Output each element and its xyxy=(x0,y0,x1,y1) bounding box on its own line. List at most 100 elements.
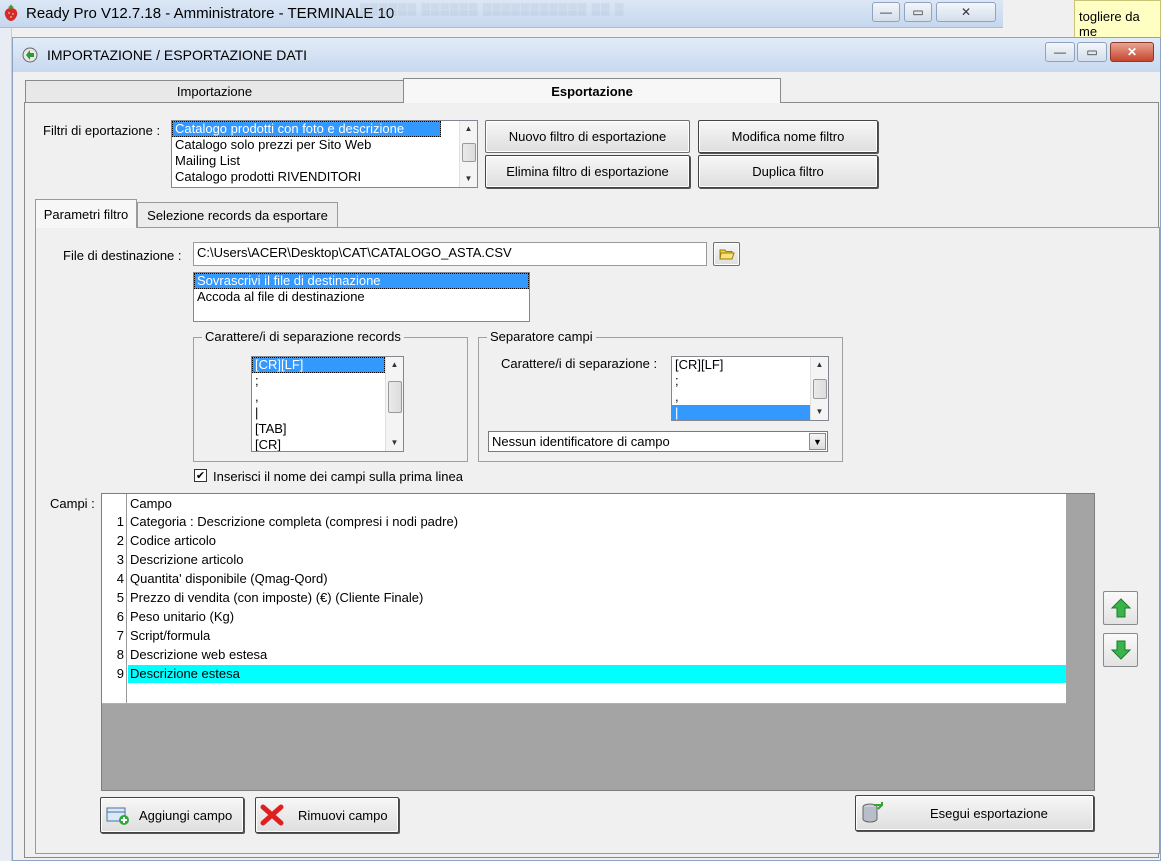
row-field: Quantita' disponibile (Qmag-Qord) xyxy=(130,571,328,586)
arrow-down-icon xyxy=(1110,640,1131,660)
row-number: 6 xyxy=(102,608,127,627)
rename-filter-button[interactable]: Modifica nome filtro xyxy=(698,120,878,153)
table-row[interactable]: 7 Script/formula xyxy=(102,627,1066,647)
list-item[interactable]: Catalogo prodotti con foto e descrizione xyxy=(172,121,441,137)
table-row-empty[interactable] xyxy=(102,684,1066,704)
table-row[interactable]: 2 Codice articolo xyxy=(102,532,1066,552)
row-field: Descrizione estesa xyxy=(128,665,1066,683)
row-number: 4 xyxy=(102,570,127,589)
scroll-up-arrow-icon[interactable]: ▲ xyxy=(811,357,828,373)
list-item[interactable]: [CR][LF] xyxy=(252,357,385,373)
grid-header: Campo xyxy=(102,494,1066,514)
move-up-button[interactable] xyxy=(1103,591,1138,625)
duplicate-filter-button[interactable]: Duplica filtro xyxy=(698,155,878,188)
move-down-button[interactable] xyxy=(1103,633,1138,667)
scroll-down-arrow-icon[interactable]: ▼ xyxy=(811,404,828,420)
list-item[interactable]: Catalogo solo prezzi per Sito Web xyxy=(172,137,477,153)
list-item[interactable]: [CR] xyxy=(252,437,403,451)
field-identifier-select[interactable]: Nessun identificatore di campo ▼ xyxy=(488,431,828,452)
scroll-down-arrow-icon[interactable]: ▼ xyxy=(460,171,477,187)
scroll-thumb[interactable] xyxy=(462,143,476,162)
table-row[interactable]: 6 Peso unitario (Kg) xyxy=(102,608,1066,628)
record-separator-scrollbar[interactable]: ▲ ▼ xyxy=(385,357,403,451)
add-field-icon xyxy=(106,807,129,825)
filters-listbox[interactable]: Catalogo prodotti con foto e descrizione… xyxy=(171,120,478,188)
new-filter-button[interactable]: Nuovo filtro di esportazione xyxy=(485,120,690,153)
tab-parametri-filtro[interactable]: Parametri filtro xyxy=(35,199,137,228)
import-export-dialog: IMPORTAZIONE / ESPORTAZIONE DATI — ▭ ✕ I… xyxy=(12,37,1161,861)
scroll-up-arrow-icon[interactable]: ▲ xyxy=(386,357,403,373)
list-item[interactable]: | xyxy=(252,405,403,421)
list-item[interactable]: , xyxy=(252,389,403,405)
table-row[interactable]: 8 Descrizione web estesa xyxy=(102,646,1066,666)
row-field: Prezzo di vendita (con imposte) (€) (Cli… xyxy=(130,590,424,605)
table-row[interactable]: 4 Quantita' disponibile (Qmag-Qord) xyxy=(102,570,1066,590)
row-field: Descrizione articolo xyxy=(130,552,244,567)
row-field: Codice articolo xyxy=(130,533,216,548)
header-row-checkbox-label: Inserisci il nome dei campi sulla prima … xyxy=(213,469,463,484)
app-maximize-button[interactable]: ▭ xyxy=(904,2,932,22)
arrow-up-icon xyxy=(1110,598,1131,618)
remove-red-x-icon xyxy=(260,804,284,826)
database-export-icon xyxy=(862,802,883,823)
list-item[interactable]: Mailing List xyxy=(172,153,477,169)
dialog-close-button[interactable]: ✕ xyxy=(1110,42,1154,62)
scroll-thumb[interactable] xyxy=(388,381,402,413)
dialog-title-bar[interactable]: IMPORTAZIONE / ESPORTAZIONE DATI — ▭ ✕ xyxy=(13,38,1160,72)
table-row[interactable]: 1 Categoria : Descrizione completa (compr… xyxy=(102,513,1066,533)
row-field: Categoria : Descrizione completa (compre… xyxy=(130,514,459,529)
field-separator-scrollbar[interactable]: ▲ ▼ xyxy=(810,357,828,420)
row-number: 1 xyxy=(102,513,127,532)
list-item[interactable]: Catalogo prodotti RIVENDITORI xyxy=(172,169,477,185)
list-item[interactable]: Accoda al file di destinazione xyxy=(194,289,529,305)
row-number: 3 xyxy=(102,551,127,570)
record-separator-listbox[interactable]: [CR][LF] ; , | [TAB] [CR] ▲ ▼ xyxy=(251,356,404,452)
tab-importazione[interactable]: Importazione xyxy=(25,80,404,102)
run-export-label: Esegui esportazione xyxy=(930,805,1048,821)
list-item[interactable]: ; xyxy=(672,373,828,389)
scroll-thumb[interactable] xyxy=(813,379,827,399)
filters-scrollbar[interactable]: ▲ ▼ xyxy=(459,121,477,187)
field-separator-listbox[interactable]: [CR][LF] ; , | ▲ ▼ xyxy=(671,356,829,421)
list-item[interactable]: [TAB] xyxy=(252,421,403,437)
list-item[interactable]: [CR][LF] xyxy=(672,357,828,373)
app-close-button[interactable]: ✕ xyxy=(936,2,996,22)
field-identifier-value: Nessun identificatore di campo xyxy=(492,434,670,449)
dialog-minimize-button[interactable]: — xyxy=(1045,42,1075,62)
list-item[interactable]: ; xyxy=(252,373,403,389)
destination-label: File di destinazione : xyxy=(63,248,182,263)
row-number: 7 xyxy=(102,627,127,646)
scroll-down-arrow-icon[interactable]: ▼ xyxy=(386,435,403,451)
field-separator-title: Separatore campi xyxy=(487,329,596,344)
chevron-down-icon[interactable]: ▼ xyxy=(809,433,826,450)
import-export-icon xyxy=(22,47,38,63)
write-mode-listbox[interactable]: Sovrascrivi il file di destinazione Acco… xyxy=(193,272,530,322)
tab-esportazione[interactable]: Esportazione xyxy=(403,78,781,103)
background-strip-left xyxy=(0,28,12,861)
grid-corner xyxy=(102,494,127,513)
yellow-note: togliere da me xyxy=(1074,0,1161,39)
column-header-campo[interactable]: Campo xyxy=(130,496,172,511)
table-row-selected[interactable]: 9 Descrizione estesa xyxy=(102,665,1066,685)
blurred-toolbar: ▒▒▒▒▒▒ ▒▒▒▒▒▒ ▒▒▒▒▒▒▒▒▒▒▒ ▒▒ ▒ xyxy=(360,2,625,16)
destination-file-input[interactable]: C:\Users\ACER\Desktop\CAT\CATALOGO_ASTA.… xyxy=(193,242,707,266)
add-field-button[interactable]: Aggiungi campo xyxy=(100,797,244,833)
tab-selezione-records[interactable]: Selezione records da esportare xyxy=(137,202,338,227)
row-number: 2 xyxy=(102,532,127,551)
list-item[interactable]: Sovrascrivi il file di destinazione xyxy=(194,273,529,289)
remove-field-button[interactable]: Rimuovi campo xyxy=(255,797,399,833)
fields-grid[interactable]: Campo 1 Categoria : Descrizione completa … xyxy=(101,493,1095,791)
run-export-button[interactable]: Esegui esportazione xyxy=(855,795,1094,831)
scroll-up-arrow-icon[interactable]: ▲ xyxy=(460,121,477,137)
app-minimize-button[interactable]: — xyxy=(872,2,900,22)
browse-folder-button[interactable] xyxy=(713,242,740,266)
table-row[interactable]: 3 Descrizione articolo xyxy=(102,551,1066,571)
row-number: 9 xyxy=(102,665,127,684)
app-title: Ready Pro V12.7.18 - Amministratore - TE… xyxy=(26,5,395,22)
table-row[interactable]: 5 Prezzo di vendita (con imposte) (€) (Cl… xyxy=(102,589,1066,609)
delete-filter-button[interactable]: Elimina filtro di esportazione xyxy=(485,155,690,188)
list-item[interactable]: | xyxy=(672,405,810,420)
header-row-checkbox[interactable]: ✔ xyxy=(194,469,207,482)
dialog-maximize-button[interactable]: ▭ xyxy=(1077,42,1107,62)
list-item[interactable]: , xyxy=(672,389,828,405)
